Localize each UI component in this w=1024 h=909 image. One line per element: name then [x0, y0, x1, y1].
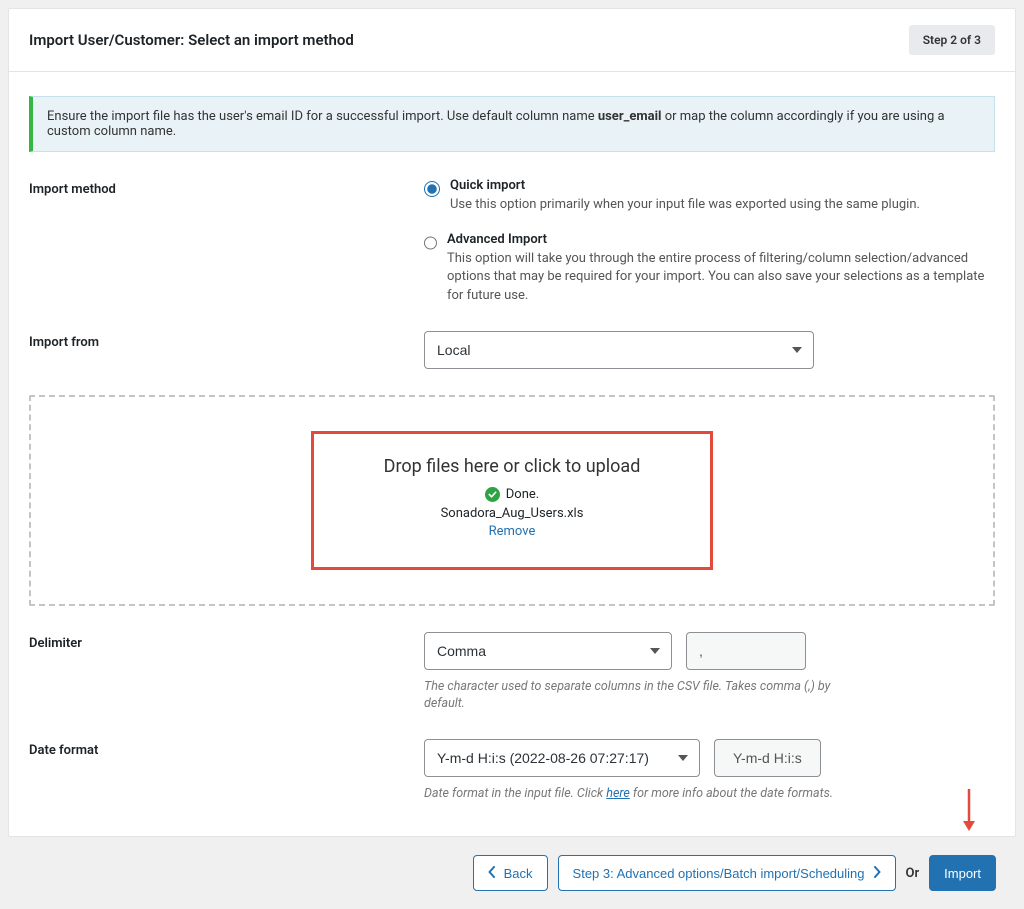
upload-done-line: Done.	[384, 487, 641, 502]
back-button[interactable]: Back	[473, 855, 548, 891]
delimiter-select-wrap: Comma	[424, 632, 672, 670]
radio-advanced-desc: This option will take you through the en…	[447, 250, 995, 305]
step3-button[interactable]: Step 3: Advanced options/Batch import/Sc…	[558, 855, 896, 891]
date-format-sample-button[interactable]: Y-m-d H:i:s	[714, 739, 821, 777]
chevron-right-icon	[873, 866, 881, 880]
step-badge: Step 2 of 3	[909, 25, 995, 55]
row-delimiter: Delimiter Comma The character used to se…	[29, 632, 995, 713]
date-helper-prefix: Date format in the input file. Click	[424, 786, 606, 801]
date-helper-suffix: for more info about the date formats.	[630, 786, 833, 801]
import-method-options: Quick import Use this option primarily w…	[424, 178, 995, 305]
radio-advanced-import[interactable]: Advanced Import This option will take yo…	[424, 232, 995, 305]
file-dropzone[interactable]: Drop files here or click to upload Done.…	[29, 395, 995, 606]
chevron-left-icon	[488, 866, 496, 880]
import-from-select-wrap: Local	[424, 331, 814, 369]
page-title: Import User/Customer: Select an import m…	[29, 31, 354, 49]
uploaded-filename: Sonadora_Aug_Users.xls	[384, 506, 641, 521]
back-button-label: Back	[504, 867, 533, 880]
row-date-format: Date format Y-m-d H:i:s (2022-08-26 07:2…	[29, 739, 995, 803]
notice-bold: user_email	[598, 109, 662, 124]
import-card: Import User/Customer: Select an import m…	[8, 8, 1016, 837]
notice-prefix: Ensure the import file has the user's em…	[47, 109, 598, 124]
radio-advanced-import-input[interactable]	[424, 235, 437, 251]
import-button[interactable]: Import	[929, 855, 996, 891]
dropzone-title: Drop files here or click to upload	[384, 456, 641, 477]
date-format-select-wrap: Y-m-d H:i:s (2022-08-26 07:27:17)	[424, 739, 700, 777]
check-circle-icon	[485, 487, 500, 502]
row-import-method: Import method Quick import Use this opti…	[29, 178, 995, 305]
delimiter-select[interactable]: Comma	[424, 632, 672, 670]
delimiter-char-input[interactable]	[686, 632, 806, 670]
radio-advanced-title: Advanced Import	[447, 232, 995, 247]
row-import-from: Import from Local	[29, 331, 995, 369]
label-date-format: Date format	[29, 739, 424, 758]
label-import-from: Import from	[29, 331, 424, 350]
label-import-method: Import method	[29, 178, 424, 197]
step3-button-label: Step 3: Advanced options/Batch import/Sc…	[573, 867, 865, 880]
radio-quick-import[interactable]: Quick import Use this option primarily w…	[424, 178, 995, 214]
radio-quick-import-input[interactable]	[424, 181, 440, 197]
arrow-down-icon	[960, 787, 978, 837]
radio-quick-desc: Use this option primarily when your inpu…	[450, 196, 920, 214]
remove-file-link[interactable]: Remove	[489, 524, 536, 539]
delimiter-helper: The character used to separate columns i…	[424, 678, 854, 713]
radio-quick-title: Quick import	[450, 178, 920, 193]
info-notice: Ensure the import file has the user's em…	[29, 96, 995, 152]
date-format-select[interactable]: Y-m-d H:i:s (2022-08-26 07:27:17)	[424, 739, 700, 777]
footer-actions: Back Step 3: Advanced options/Batch impo…	[8, 837, 1016, 901]
footer-wrap: Back Step 3: Advanced options/Batch impo…	[8, 837, 1016, 901]
card-body: Ensure the import file has the user's em…	[9, 72, 1015, 836]
upload-done-text: Done.	[506, 487, 539, 502]
import-from-select[interactable]: Local	[424, 331, 814, 369]
label-delimiter: Delimiter	[29, 632, 424, 651]
date-helper-link[interactable]: here	[606, 786, 630, 801]
or-separator: Or	[906, 866, 920, 881]
dropzone-highlight: Drop files here or click to upload Done.…	[311, 431, 714, 570]
card-header: Import User/Customer: Select an import m…	[9, 9, 1015, 72]
date-format-helper: Date format in the input file. Click her…	[424, 785, 995, 803]
